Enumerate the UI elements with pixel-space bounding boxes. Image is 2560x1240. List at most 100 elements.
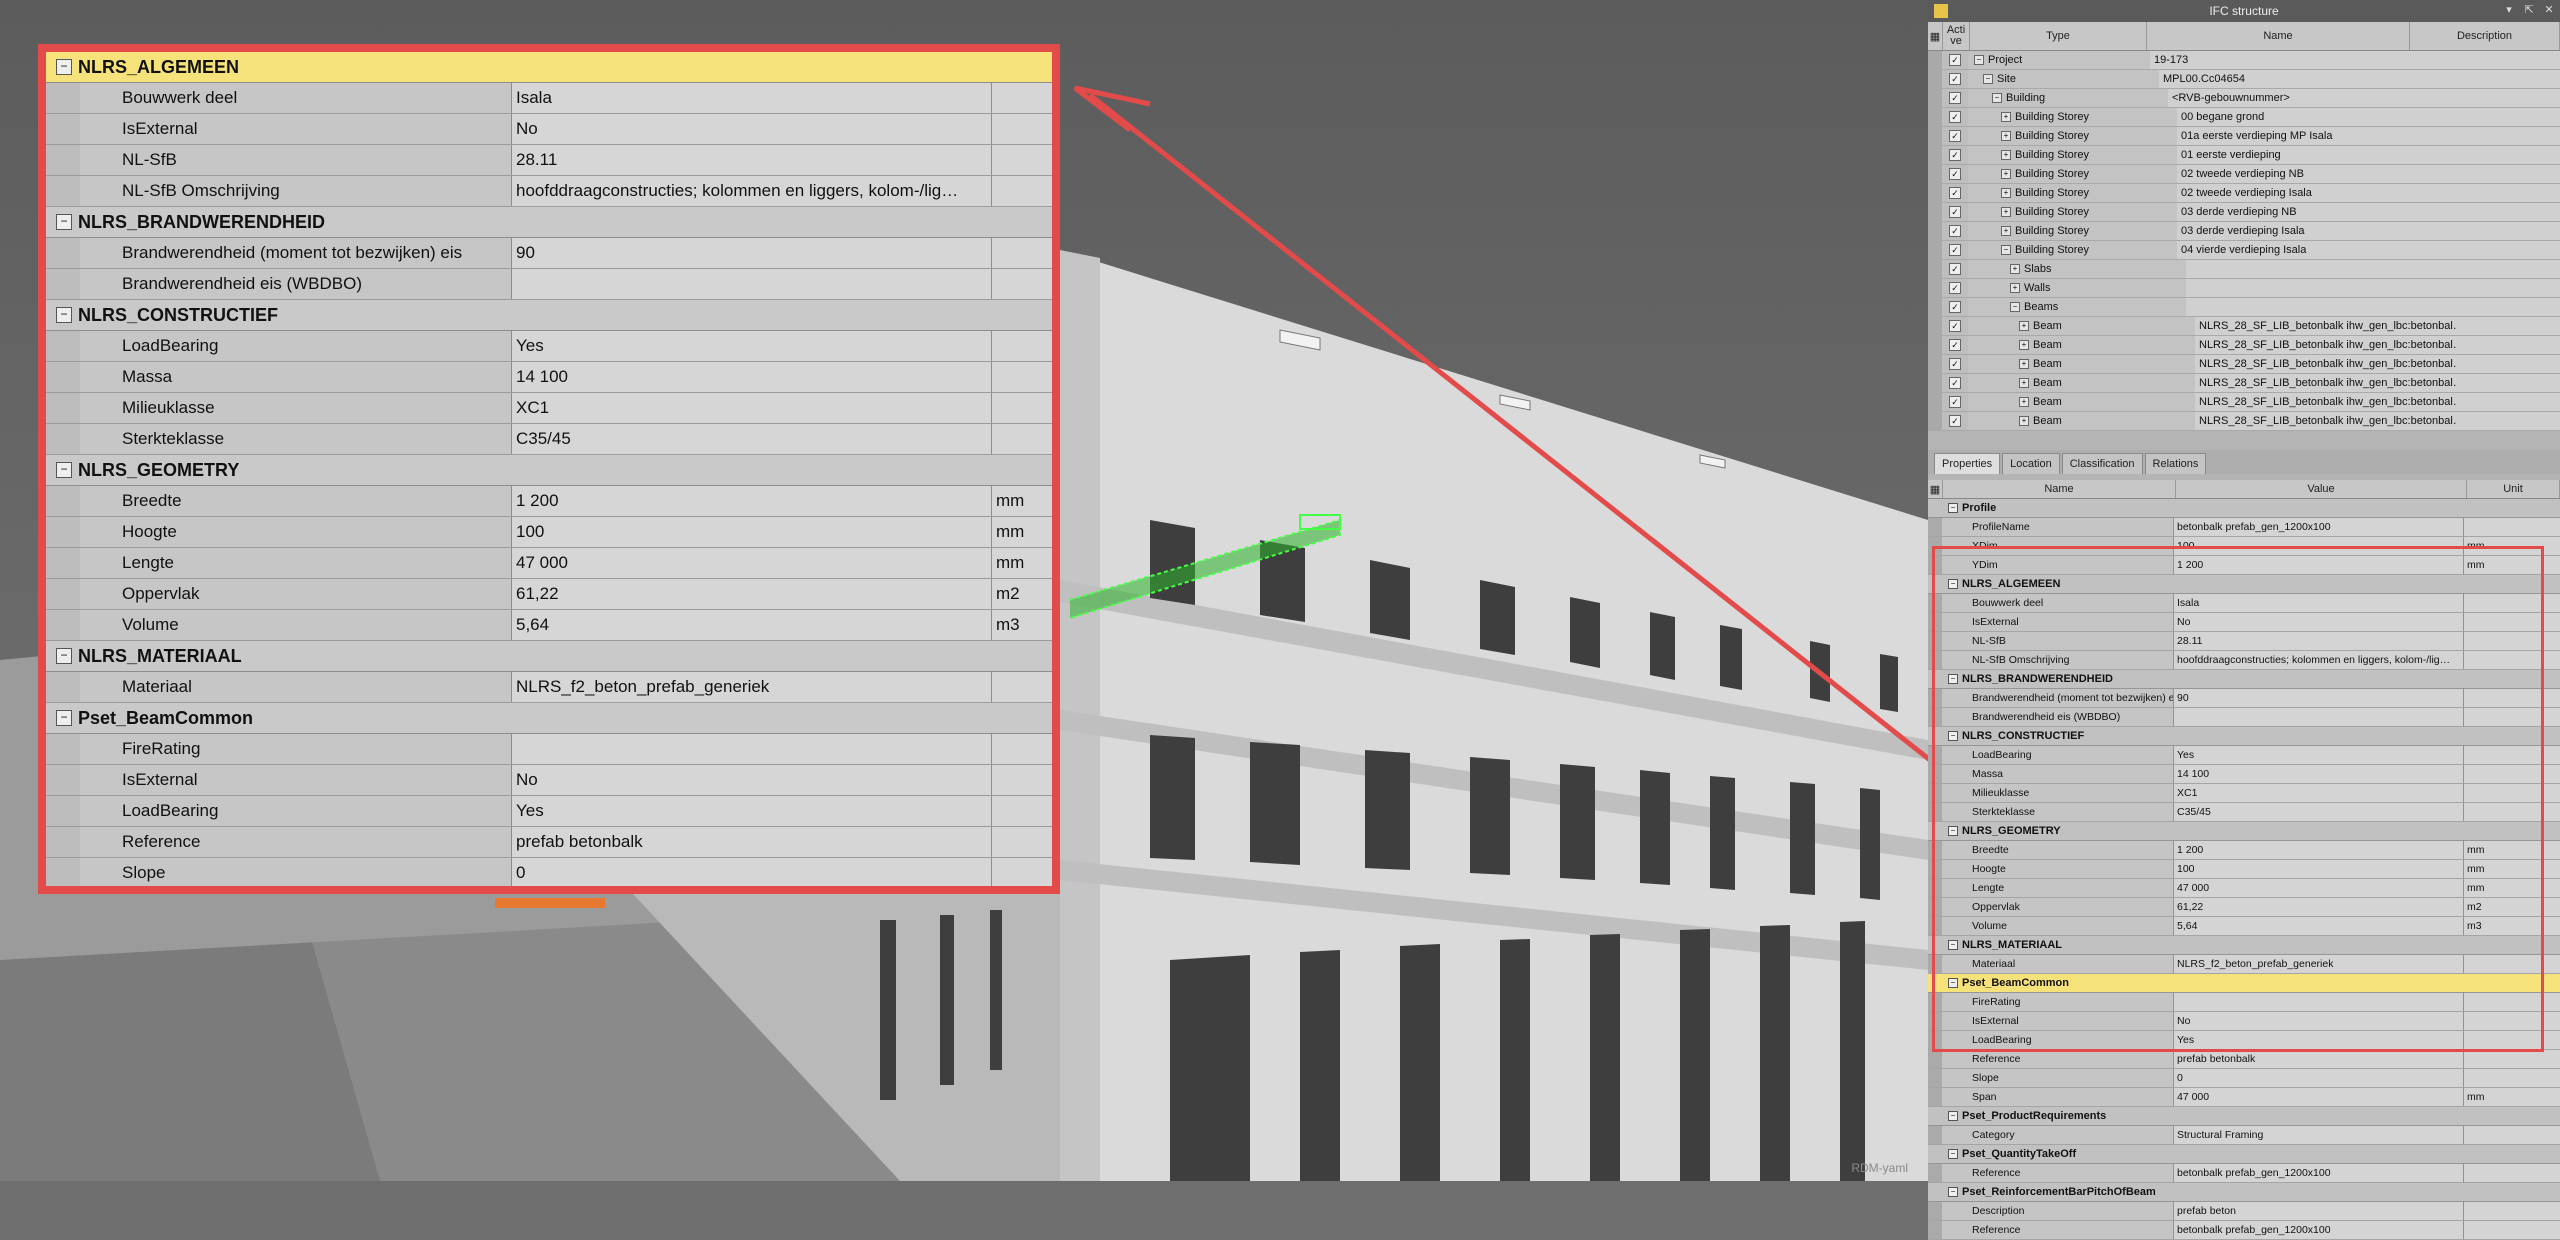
- collapse-icon[interactable]: −: [1948, 1187, 1958, 1197]
- property-row[interactable]: Volume 5,64 m3: [46, 610, 1052, 641]
- property-row[interactable]: Reference betonbalk prefab_gen_1200x100: [1928, 1164, 2560, 1183]
- property-row[interactable]: LoadBearing Yes: [1928, 746, 2560, 765]
- checkbox-icon[interactable]: ✓: [1949, 111, 1961, 123]
- checkbox-icon[interactable]: ✓: [1949, 54, 1961, 66]
- grid-icon[interactable]: ▦: [1928, 480, 1943, 498]
- grid-icon[interactable]: ▦: [1928, 22, 1943, 50]
- collapse-icon[interactable]: −: [1948, 1111, 1958, 1121]
- active-checkbox[interactable]: ✓: [1942, 165, 1968, 183]
- property-row[interactable]: NL-SfB 28.11: [1928, 632, 2560, 651]
- active-checkbox[interactable]: ✓: [1942, 108, 1968, 126]
- property-row[interactable]: Category Structural Framing: [1928, 1126, 2560, 1145]
- expand-icon[interactable]: −: [1992, 93, 2002, 103]
- checkbox-icon[interactable]: ✓: [1949, 244, 1961, 256]
- checkbox-icon[interactable]: ✓: [1949, 168, 1961, 180]
- expand-icon[interactable]: +: [2019, 340, 2029, 350]
- property-row[interactable]: Breedte 1 200 mm: [46, 486, 1052, 517]
- tree-row[interactable]: ✓ − Building Storey 04 vierde verdieping Is…: [1928, 241, 2560, 260]
- tab-classification[interactable]: Classification: [2061, 453, 2143, 474]
- collapse-icon[interactable]: −: [1948, 1149, 1958, 1159]
- property-row[interactable]: Reference prefab betonbalk: [1928, 1050, 2560, 1069]
- checkbox-icon[interactable]: ✓: [1949, 225, 1961, 237]
- property-row[interactable]: LoadBearing Yes: [1928, 1031, 2560, 1050]
- property-row[interactable]: Oppervlak 61,22 m2: [1928, 898, 2560, 917]
- property-row[interactable]: Bouwwerk deel Isala: [46, 83, 1052, 114]
- property-row[interactable]: Reference prefab betonbalk: [46, 827, 1052, 858]
- expand-icon[interactable]: +: [2001, 226, 2011, 236]
- group-header[interactable]: − Pset_QuantityTakeOff: [1928, 1145, 2560, 1164]
- tree-row[interactable]: ✓ + Building Storey 01 eerste verdieping: [1928, 146, 2560, 165]
- property-row[interactable]: Sterkteklasse C35/45: [1928, 803, 2560, 822]
- checkbox-icon[interactable]: ✓: [1949, 206, 1961, 218]
- active-checkbox[interactable]: ✓: [1942, 355, 1968, 373]
- collapse-icon[interactable]: −: [1948, 940, 1958, 950]
- group-header[interactable]: − Profile: [1928, 499, 2560, 518]
- ifc-tree[interactable]: ✓ − Project 19-173 ✓ − Site MPL00.Cc04654 ✓ − Buil…: [1928, 51, 2560, 442]
- active-checkbox[interactable]: ✓: [1942, 222, 1968, 240]
- checkbox-icon[interactable]: ✓: [1949, 282, 1961, 294]
- property-row[interactable]: Materiaal NLRS_f2_beton_prefab_generiek: [1928, 955, 2560, 974]
- expand-icon[interactable]: +: [2019, 397, 2029, 407]
- expand-icon[interactable]: +: [2019, 321, 2029, 331]
- active-checkbox[interactable]: ✓: [1942, 184, 1968, 202]
- checkbox-icon[interactable]: ✓: [1949, 149, 1961, 161]
- expand-icon[interactable]: −: [2001, 245, 2011, 255]
- col-prop-name[interactable]: Name: [1943, 480, 2176, 498]
- checkbox-icon[interactable]: ✓: [1949, 73, 1961, 85]
- property-row[interactable]: Slope 0: [1928, 1069, 2560, 1088]
- property-row[interactable]: Hoogte 100 mm: [46, 517, 1052, 548]
- active-checkbox[interactable]: ✓: [1942, 241, 1968, 259]
- property-row[interactable]: Massa 14 100: [46, 362, 1052, 393]
- collapse-icon[interactable]: −: [56, 214, 72, 230]
- property-row[interactable]: YDim 1 200 mm: [1928, 556, 2560, 575]
- collapse-icon[interactable]: −: [1948, 826, 1958, 836]
- property-row[interactable]: Massa 14 100: [1928, 765, 2560, 784]
- group-header[interactable]: − NLRS_MATERIAAL: [46, 641, 1052, 672]
- property-row[interactable]: Milieuklasse XC1: [46, 393, 1052, 424]
- collapse-icon[interactable]: −: [1948, 579, 1958, 589]
- collapse-icon[interactable]: −: [56, 710, 72, 726]
- checkbox-icon[interactable]: ✓: [1949, 130, 1961, 142]
- property-row[interactable]: FireRating: [1928, 993, 2560, 1012]
- collapse-icon[interactable]: −: [56, 59, 72, 75]
- property-row[interactable]: IsExternal No: [1928, 613, 2560, 632]
- expand-icon[interactable]: +: [2001, 169, 2011, 179]
- expand-icon[interactable]: +: [2001, 131, 2011, 141]
- expand-icon[interactable]: +: [2001, 112, 2011, 122]
- property-row[interactable]: Brandwerendheid (moment tot bezwijken) e…: [1928, 689, 2560, 708]
- active-checkbox[interactable]: ✓: [1942, 70, 1968, 88]
- collapse-icon[interactable]: −: [56, 307, 72, 323]
- expand-icon[interactable]: +: [2001, 207, 2011, 217]
- property-row[interactable]: FireRating: [46, 734, 1052, 765]
- tree-row[interactable]: ✓ + Building Storey 03 derde verdieping NB: [1928, 203, 2560, 222]
- expand-icon[interactable]: +: [2001, 150, 2011, 160]
- checkbox-icon[interactable]: ✓: [1949, 396, 1961, 408]
- group-header[interactable]: − NLRS_BRANDWERENDHEID: [1928, 670, 2560, 689]
- group-header[interactable]: − NLRS_ALGEMEEN: [1928, 575, 2560, 594]
- collapse-icon[interactable]: −: [56, 462, 72, 478]
- col-name[interactable]: Name: [2147, 22, 2410, 50]
- dock-icon[interactable]: ⇱: [2522, 3, 2536, 17]
- expand-icon[interactable]: +: [2019, 416, 2029, 426]
- property-row[interactable]: Span47 000mm: [46, 889, 1052, 894]
- tree-row[interactable]: ✓ + Building Storey 02 tweede verdieping NB: [1928, 165, 2560, 184]
- tree-row[interactable]: ✓ + Walls: [1928, 279, 2560, 298]
- tree-row[interactable]: ✓ − Building <RVB-gebouwnummer>: [1928, 89, 2560, 108]
- property-row[interactable]: LoadBearing Yes: [46, 796, 1052, 827]
- tree-row[interactable]: ✓ + Beam NLRS_28_SF_LIB_betonbalk ihw_gen_l…: [1928, 374, 2560, 393]
- active-checkbox[interactable]: ✓: [1942, 203, 1968, 221]
- tab-properties[interactable]: Properties: [1934, 453, 2001, 474]
- property-row[interactable]: IsExternal No: [46, 114, 1052, 145]
- property-row[interactable]: Slope 0: [46, 858, 1052, 886]
- tree-row[interactable]: ✓ + Beam NLRS_28_SF_LIB_betonbalk ihw_gen_l…: [1928, 412, 2560, 431]
- col-prop-value[interactable]: Value: [2176, 480, 2467, 498]
- expand-icon[interactable]: +: [2010, 283, 2020, 293]
- active-checkbox[interactable]: ✓: [1942, 260, 1968, 278]
- float-icon[interactable]: ▾: [2502, 3, 2516, 17]
- property-row[interactable]: ProfileName betonbalk prefab_gen_1200x100: [1928, 518, 2560, 537]
- properties-grid[interactable]: − Profile ProfileName betonbalk prefab_gen_…: [1928, 499, 2560, 1240]
- tree-row[interactable]: ✓ − Beams: [1928, 298, 2560, 317]
- group-header[interactable]: − NLRS_ALGEMEEN: [46, 52, 1052, 83]
- active-checkbox[interactable]: ✓: [1942, 317, 1968, 335]
- collapse-icon[interactable]: −: [1948, 503, 1958, 513]
